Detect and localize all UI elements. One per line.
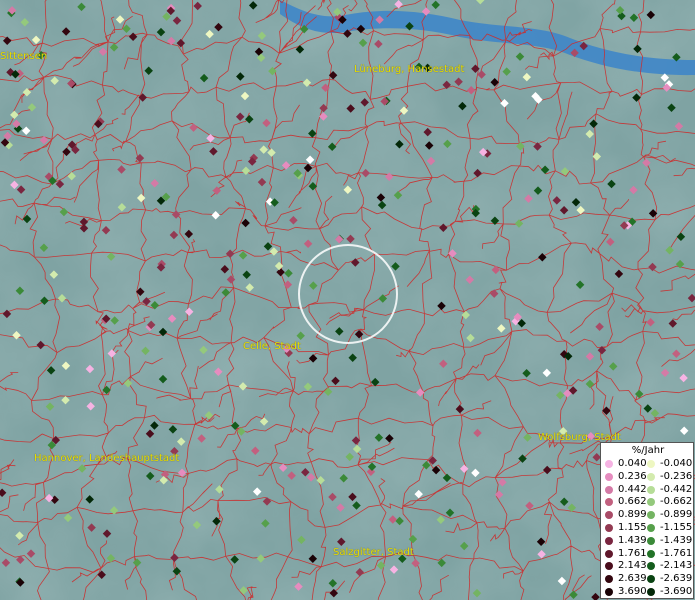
legend-swatch — [647, 549, 655, 558]
legend-swatch — [647, 498, 655, 507]
legend-label: 0.236 — [618, 470, 647, 482]
legend-swatch — [647, 536, 655, 545]
legend-swatch — [605, 524, 613, 532]
legend-label: -0.662 — [660, 496, 693, 508]
legend-swatch — [605, 472, 613, 481]
legend-label: 3.690 — [618, 586, 647, 597]
legend-swatch — [605, 588, 613, 596]
legend-label: -1.761 — [660, 547, 693, 559]
legend-label: -3.690 — [660, 586, 693, 597]
legend-label: -1.439 — [660, 534, 693, 546]
legend-label: -2.639 — [660, 573, 693, 585]
legend-swatch — [605, 511, 613, 520]
legend-swatch — [647, 472, 655, 481]
legend-swatch — [647, 575, 655, 584]
legend-swatch — [605, 460, 613, 468]
city-label-celle: Celle, Stadt — [243, 341, 301, 352]
city-label-hannover: Hannover, Landeshauptstadt — [34, 453, 180, 464]
legend-label: 0.662 — [618, 496, 647, 508]
legend-label: 1.155 — [618, 522, 647, 533]
legend-label: -0.442 — [660, 483, 693, 495]
legend-label: 1.761 — [618, 547, 647, 559]
legend-title: %/Jahr — [631, 445, 665, 456]
legend-swatch — [647, 460, 655, 468]
legend-swatch — [647, 511, 655, 520]
legend-swatch — [647, 562, 655, 571]
legend-swatch — [605, 575, 613, 584]
legend-label: 0.899 — [618, 509, 647, 521]
map-canvas[interactable] — [0, 0, 695, 600]
city-label-salzgitter: Salzgitter, Stadt — [333, 547, 414, 558]
legend-label: 1.439 — [618, 534, 647, 546]
legend-swatch — [605, 536, 613, 545]
legend-label: -0.040 — [660, 458, 693, 469]
legend-swatch — [647, 524, 655, 532]
map-legend: %/Jahr 0.040 0.236 0.442 0.662 0.899 1.155 1.4… — [600, 442, 694, 599]
legend-label: -0.899 — [660, 509, 693, 521]
city-label-lueneburg: Lüneburg, Hansestadt — [354, 64, 465, 75]
legend-label: 0.442 — [618, 483, 647, 495]
legend-swatch — [605, 485, 613, 494]
legend-label: -0.236 — [660, 470, 693, 482]
legend-label: 2.639 — [618, 573, 647, 585]
legend-swatch — [647, 485, 655, 494]
legend-label: -1.155 — [660, 522, 693, 533]
city-label-sittensen: Sittensen — [0, 51, 48, 62]
terrain-shading — [0, 0, 695, 600]
legend-swatch — [605, 562, 613, 571]
legend-label: 2.143 — [618, 560, 647, 572]
legend-swatch — [605, 498, 613, 507]
legend-swatch — [647, 588, 655, 596]
legend-label: 0.040 — [618, 458, 647, 469]
legend-swatch — [605, 549, 613, 558]
legend-label: -2.143 — [660, 560, 693, 572]
